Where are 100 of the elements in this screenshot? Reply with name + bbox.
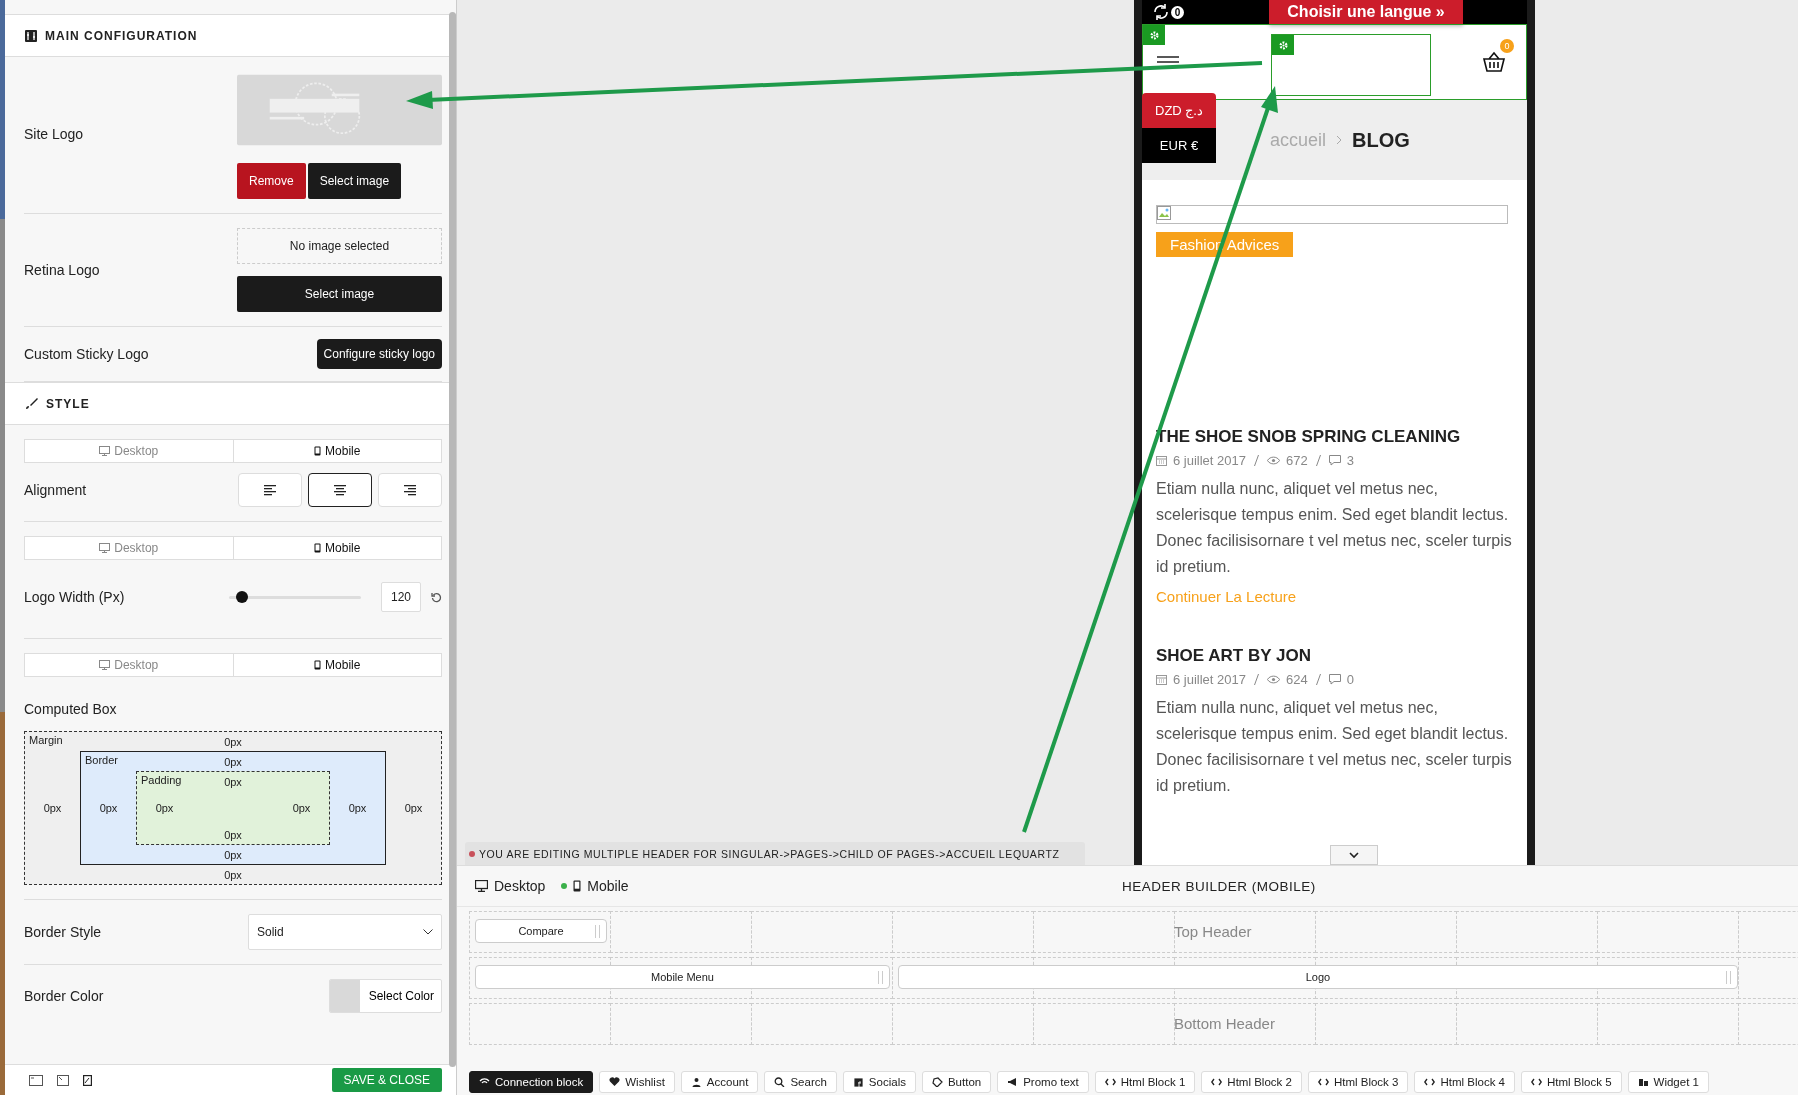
separator-icon: [1315, 674, 1321, 685]
field-label: Retina Logo: [24, 262, 100, 278]
box-value: 0px: [223, 774, 243, 790]
code-icon: [1424, 1077, 1436, 1087]
post-excerpt: Etiam nulla nunc, aliquet vel metus nec, scelerisque tempus enim. Sed eget blandit lectus. Donec facilisisornare t vel metus nec, sceler turpis id pretium.: [1156, 698, 1513, 796]
megaphone-icon: [1007, 1077, 1019, 1087]
field-label: Border Color: [24, 988, 104, 1004]
border-style-select[interactable]: Solid: [248, 914, 442, 950]
header-element[interactable]: Mobile Menu: [475, 965, 890, 989]
select-image-button[interactable]: Select image: [307, 163, 402, 199]
device-tab[interactable]: Mobile: [561, 878, 629, 894]
count-badge: 0: [1171, 5, 1184, 19]
code-icon: [1104, 1077, 1116, 1087]
logo-placeholder[interactable]: [1271, 34, 1431, 96]
align-center-button[interactable]: [308, 473, 372, 507]
field-label: Site Logo: [24, 126, 84, 142]
comment-icon: [1328, 455, 1341, 466]
desktop-icon[interactable]: [29, 1074, 43, 1086]
element-chip[interactable]: Widget 1: [1627, 1071, 1709, 1093]
box-value: 0px: [347, 801, 368, 816]
drag-handle-icon[interactable]: [878, 971, 883, 984]
save-close-button[interactable]: SAVE & CLOSE: [331, 1068, 442, 1092]
box-value: 0px: [223, 754, 243, 770]
box-value: 0px: [223, 867, 243, 883]
section-title: STYLE: [46, 396, 90, 411]
element-chip[interactable]: Html Block 3: [1307, 1071, 1409, 1093]
header-element[interactable]: Compare: [475, 919, 607, 943]
header-element[interactable]: Logo: [898, 965, 1738, 989]
tablet-icon[interactable]: [57, 1074, 69, 1086]
box-value: 0px: [154, 801, 175, 816]
element-chip[interactable]: Button: [921, 1071, 992, 1093]
separator-icon: [1254, 455, 1259, 466]
sync-icon[interactable]: [1152, 3, 1170, 21]
desktop-icon: [475, 880, 488, 892]
element-chip[interactable]: Html Block 2: [1201, 1071, 1302, 1093]
code-icon: [1317, 1077, 1329, 1087]
currency-option[interactable]: EUR €: [1142, 128, 1216, 163]
view-count: 624: [1286, 672, 1308, 687]
device-tab[interactable]: Desktop: [475, 878, 546, 894]
post-title[interactable]: SHOE ART BY JON: [1156, 646, 1513, 666]
comment-icon: [1328, 674, 1341, 685]
box-value: 0px: [42, 801, 63, 816]
eye-icon: [1267, 675, 1280, 684]
field-label: Border Style: [24, 924, 102, 940]
eye-icon: [1267, 456, 1280, 465]
comment-count: 0: [1346, 672, 1354, 687]
field-label: Alignment: [24, 482, 87, 498]
brush-icon: [25, 397, 38, 410]
element-chip[interactable]: Html Block 4: [1414, 1071, 1515, 1093]
page-title: BLOG: [1352, 128, 1410, 152]
align-icon: [264, 484, 276, 496]
field-label: Custom Sticky Logo: [24, 346, 149, 362]
element-chip[interactable]: Html Block 5: [1521, 1071, 1622, 1093]
select-image-button[interactable]: Select image: [237, 276, 442, 312]
box-value: 0px: [223, 847, 243, 863]
element-chip[interactable]: Html Block 1: [1094, 1071, 1196, 1093]
slider-thumb[interactable]: [236, 590, 249, 603]
currency-option[interactable]: DZD د.ج: [1142, 93, 1216, 128]
chevron-down-icon: [423, 929, 433, 935]
drag-handle-icon[interactable]: [595, 925, 600, 938]
calendar-icon: [1156, 455, 1167, 466]
field-label: Logo Width (Px): [24, 589, 125, 605]
box-label: Border: [85, 754, 119, 766]
box-value: 0px: [98, 801, 119, 816]
separator-icon: [1254, 674, 1259, 685]
settings-icon: [25, 29, 37, 42]
element-chip[interactable]: Socials: [842, 1071, 916, 1093]
settings-icon[interactable]: [1272, 35, 1294, 55]
chevron-down-icon[interactable]: [1330, 845, 1378, 865]
element-chip[interactable]: Promo text: [997, 1071, 1089, 1093]
configure-button[interactable]: Configure sticky logo: [316, 339, 442, 369]
scrollbar[interactable]: [449, 12, 456, 1067]
element-chip[interactable]: Account: [680, 1071, 759, 1093]
align-icon: [404, 484, 416, 496]
basket-icon[interactable]: [1482, 51, 1506, 73]
notice-text: YOU ARE EDITING MULTIPLE HEADER FOR SINGULAR->PAGES->CHILD OF PAGES->ACCUEIL LEQUARTZ: [479, 847, 1060, 860]
color-picker-button[interactable]: Select Color: [328, 979, 442, 1013]
empty-image-note: No image selected: [237, 228, 442, 264]
number-field[interactable]: 120: [381, 582, 421, 612]
box-value: 0px: [403, 801, 424, 816]
remove-button[interactable]: Remove: [237, 163, 306, 199]
code-icon: [1531, 1077, 1542, 1087]
user-icon: [690, 1077, 702, 1087]
element-chip[interactable]: Wishlist: [599, 1071, 675, 1093]
reset-icon[interactable]: [431, 591, 442, 603]
box-value: 0px: [223, 734, 243, 750]
box-value: 0px: [223, 827, 243, 843]
tag-icon: [931, 1077, 943, 1087]
phone-icon: [314, 543, 322, 553]
search-icon: [774, 1077, 786, 1087]
element-chip[interactable]: Connection block: [469, 1071, 594, 1093]
drag-handle-icon[interactable]: [1726, 971, 1731, 984]
box-label: Margin: [29, 734, 63, 746]
post-excerpt: Etiam nulla nunc, aliquet vel metus nec, scelerisque tempus enim. Sed eget blandit lectus. Donec facilisisornare t vel metus nec, sceler turpis id pretium.: [1156, 479, 1513, 577]
phone-icon[interactable]: [83, 1074, 92, 1086]
phone-icon: [314, 446, 322, 456]
language-button[interactable]: Choisir une langue »: [1269, 0, 1463, 24]
box-value: 0px: [291, 801, 312, 816]
element-chip[interactable]: Search: [764, 1071, 837, 1093]
phone-icon: [573, 880, 582, 892]
